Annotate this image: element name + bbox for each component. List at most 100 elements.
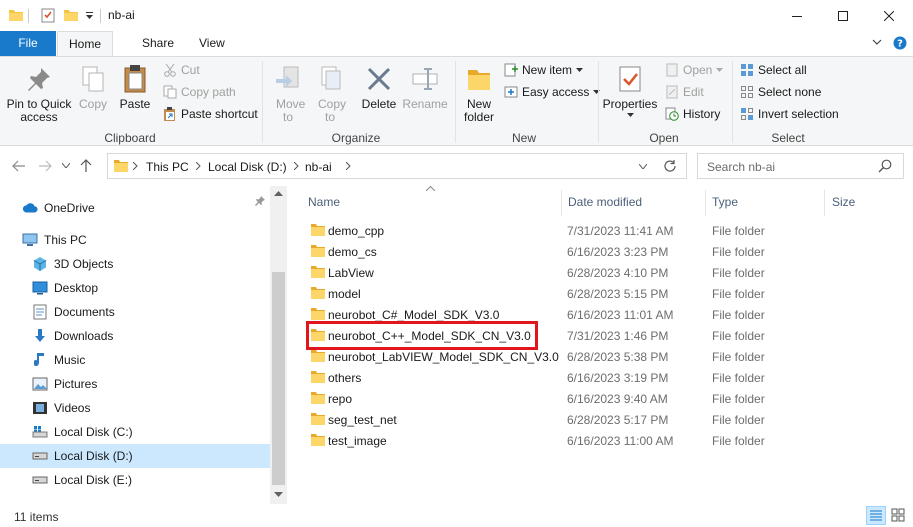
- nav-scrollbar[interactable]: [270, 186, 287, 504]
- edit-button[interactable]: Edit: [664, 82, 704, 102]
- close-button[interactable]: [866, 0, 912, 31]
- column-header-date[interactable]: Date modified: [568, 195, 642, 209]
- chevron-right-icon[interactable]: [294, 162, 299, 170]
- chevron-right-icon[interactable]: [196, 162, 201, 170]
- easy-access-button[interactable]: Easy access: [503, 82, 601, 102]
- chevron-right-icon[interactable]: [133, 162, 138, 170]
- large-icons-view-button[interactable]: [889, 506, 909, 525]
- nav-item-music[interactable]: Music: [0, 348, 270, 372]
- pictures-icon: [32, 376, 48, 392]
- history-label: History: [683, 107, 721, 121]
- new-folder-quick-icon[interactable]: [63, 7, 79, 23]
- nav-item-onedrive[interactable]: OneDrive: [0, 196, 270, 220]
- tab-view[interactable]: View: [185, 31, 239, 56]
- select-none-button[interactable]: Select none: [739, 82, 821, 102]
- scroll-up-icon[interactable]: [274, 190, 283, 196]
- column-header-name[interactable]: Name: [308, 195, 340, 209]
- folder-icon: [310, 223, 326, 237]
- copy-button[interactable]: Copy: [74, 59, 112, 111]
- select-group-label: Select: [771, 131, 805, 145]
- forward-arrow-icon[interactable]: [38, 160, 52, 172]
- select-none-icon: [739, 84, 755, 100]
- open-button[interactable]: Open: [664, 60, 724, 80]
- nav-item-local-disk-d[interactable]: Local Disk (D:): [0, 444, 270, 468]
- breadcrumb-local-disk-d[interactable]: Local Disk (D:): [208, 160, 287, 174]
- nav-item-downloads[interactable]: Downloads: [0, 324, 270, 348]
- file-date: 6/16/2023 9:40 AM: [567, 392, 668, 406]
- file-row[interactable]: seg_test_net 6/28/2023 5:17 PM File folder: [304, 409, 904, 430]
- copy-to-button[interactable]: Copy to: [310, 59, 350, 124]
- nav-item-documents[interactable]: Documents: [0, 300, 270, 324]
- pin-to-quick-access-button[interactable]: Pin to Quick access: [4, 59, 74, 124]
- address-history-icon[interactable]: [639, 164, 647, 169]
- nav-item-desktop[interactable]: Desktop: [0, 276, 270, 300]
- search-icon[interactable]: [878, 159, 892, 173]
- maximize-button[interactable]: [820, 0, 866, 31]
- file-type: File folder: [712, 308, 765, 322]
- column-header-type[interactable]: Type: [712, 195, 738, 209]
- address-bar[interactable]: This PC Local Disk (D:) nb-ai: [107, 153, 687, 179]
- breadcrumb-this-pc[interactable]: This PC: [146, 160, 189, 174]
- recent-locations-icon[interactable]: [62, 163, 70, 168]
- tab-file[interactable]: File: [0, 31, 56, 56]
- nav-item-local-disk-c[interactable]: Local Disk (C:): [0, 420, 270, 444]
- scroll-down-icon[interactable]: [274, 492, 283, 498]
- select-all-button[interactable]: Select all: [739, 60, 807, 80]
- ribbon: Pin to Quick access Copy Paste Cut Copy …: [0, 56, 913, 146]
- file-name: repo: [328, 392, 353, 406]
- properties-quick-icon[interactable]: [40, 7, 56, 23]
- cut-button[interactable]: Cut: [162, 60, 200, 80]
- quick-access-dropdown-icon[interactable]: [85, 12, 94, 20]
- file-type: File folder: [712, 329, 765, 343]
- delete-button[interactable]: Delete: [358, 59, 400, 111]
- new-folder-button[interactable]: New folder: [459, 59, 499, 124]
- details-view-button[interactable]: [866, 506, 886, 525]
- rename-button[interactable]: Rename: [402, 59, 448, 111]
- scroll-thumb[interactable]: [272, 272, 285, 485]
- file-row[interactable]: repo 6/16/2023 9:40 AM File folder: [304, 388, 904, 409]
- move-to-button[interactable]: Move to: [268, 59, 308, 124]
- copy-path-button[interactable]: Copy path: [162, 82, 236, 102]
- nav-item-local-disk-e[interactable]: Local Disk (E:): [0, 468, 270, 492]
- file-row[interactable]: model 6/28/2023 5:15 PM File folder: [304, 283, 904, 304]
- file-type: File folder: [712, 392, 765, 406]
- nav-item-this-pc[interactable]: This PC: [0, 228, 270, 252]
- minimize-button[interactable]: [774, 0, 820, 31]
- properties-button[interactable]: Properties: [602, 59, 658, 117]
- tab-share[interactable]: Share: [128, 31, 188, 56]
- file-name: seg_test_net: [328, 413, 397, 427]
- chevron-right-icon[interactable]: [346, 162, 351, 170]
- paste-button[interactable]: Paste: [116, 59, 154, 111]
- nav-item-videos[interactable]: Videos: [0, 396, 270, 420]
- up-arrow-icon[interactable]: [80, 159, 92, 173]
- documents-icon: [32, 304, 48, 320]
- file-row[interactable]: test_image 6/16/2023 11:00 AM File folder: [304, 430, 904, 451]
- expand-ribbon-icon[interactable]: [872, 37, 882, 47]
- history-button[interactable]: History: [664, 104, 720, 124]
- invert-selection-button[interactable]: Invert selection: [739, 104, 839, 124]
- breadcrumb-nb-ai[interactable]: nb-ai: [305, 160, 332, 174]
- help-icon[interactable]: ?: [893, 36, 907, 50]
- file-date: 6/16/2023 3:23 PM: [567, 245, 669, 259]
- invert-selection-icon: [739, 106, 755, 122]
- new-item-button[interactable]: New item: [503, 60, 584, 80]
- file-row[interactable]: demo_cs 6/16/2023 3:23 PM File folder: [304, 241, 904, 262]
- back-arrow-icon[interactable]: [12, 160, 26, 172]
- pin-icon: [23, 63, 55, 95]
- refresh-icon[interactable]: [663, 159, 677, 173]
- annotation-highlight-box: [306, 321, 538, 350]
- chevron-down-icon: [593, 90, 601, 94]
- tab-home[interactable]: Home: [57, 31, 113, 56]
- file-row[interactable]: LabView 6/28/2023 4:10 PM File folder: [304, 262, 904, 283]
- file-name: neurobot_LabVIEW_Model_SDK_CN_V3.0: [328, 350, 559, 364]
- search-box[interactable]: Search nb-ai: [697, 153, 904, 179]
- file-date: 6/28/2023 4:10 PM: [567, 266, 669, 280]
- search-input[interactable]: Search nb-ai: [707, 160, 775, 174]
- column-header-size[interactable]: Size: [832, 195, 855, 209]
- nav-item-pictures[interactable]: Pictures: [0, 372, 270, 396]
- file-row[interactable]: demo_cpp 7/31/2023 11:41 AM File folder: [304, 220, 904, 241]
- paste-shortcut-button[interactable]: Paste shortcut: [162, 104, 258, 124]
- file-row[interactable]: others 6/16/2023 3:19 PM File folder: [304, 367, 904, 388]
- large-icons-view-icon: [891, 508, 905, 522]
- nav-item-3d-objects[interactable]: 3D Objects: [0, 252, 270, 276]
